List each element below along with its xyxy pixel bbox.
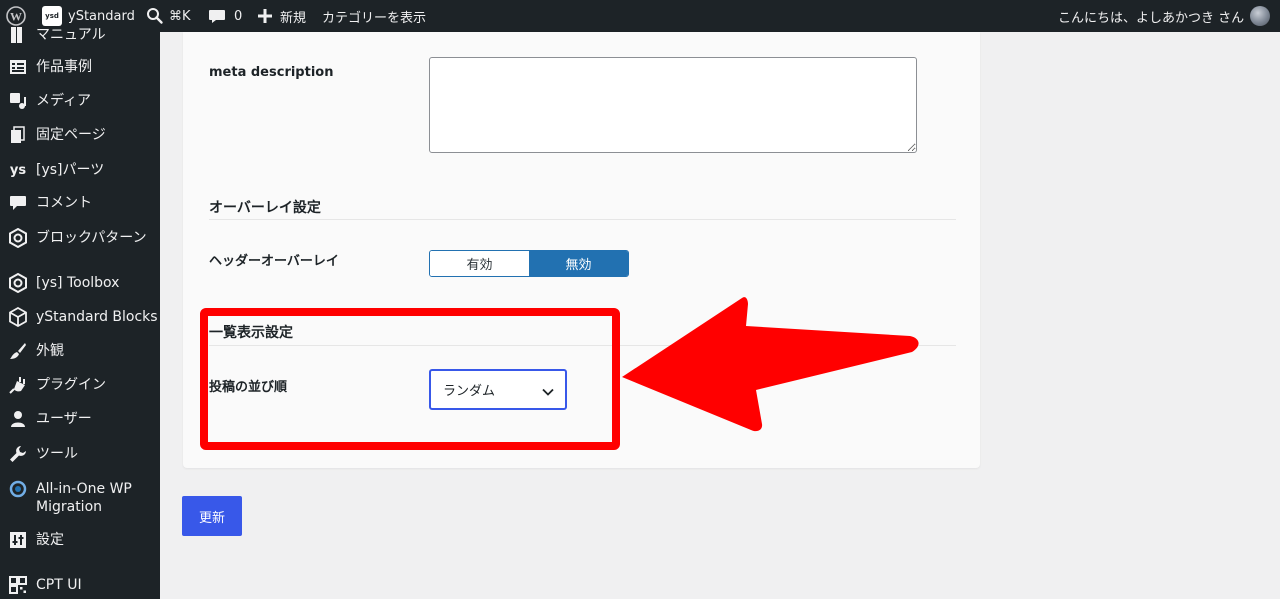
sidebar-item-label: ツール (36, 446, 78, 462)
user-icon (8, 409, 28, 429)
view-category-link[interactable]: カテゴリーを表示 (322, 0, 426, 32)
section-divider (209, 345, 956, 346)
sidebar-item-tools[interactable]: ツール (0, 444, 160, 464)
site-badge-icon: ysd (42, 6, 62, 26)
hexagon-icon (8, 228, 28, 248)
manual-icon (8, 25, 28, 45)
plugin-icon (8, 375, 28, 395)
meta-description-label: meta description (209, 65, 334, 80)
comment-icon (8, 193, 28, 213)
sidebar-item-label: All-in-One WP (36, 481, 132, 497)
sidebar-item-label: CPT UI (36, 577, 82, 593)
header-overlay-label: ヘッダーオーバーレイ (209, 254, 339, 269)
header-overlay-toggle: 有効 無効 (429, 250, 629, 277)
sidebar-item-label: [ys] Toolbox (36, 275, 120, 291)
ys-icon: ys (9, 162, 27, 178)
my-account-link[interactable]: こんにちは、よしあかつき さん (1058, 0, 1271, 32)
hexagon-icon (8, 273, 28, 293)
sidebar-item-settings[interactable]: 設定 (0, 530, 160, 550)
greeting-text: こんにちは、よしあかつき さん (1058, 10, 1245, 26)
chevron-down-icon (542, 385, 554, 400)
toggle-disabled-button[interactable]: 無効 (529, 251, 628, 276)
sidebar-item-label: マニュアル (36, 27, 106, 43)
update-button[interactable]: 更新 (182, 496, 242, 536)
new-label: 新規 (280, 10, 307, 26)
list-icon (8, 57, 28, 77)
admin-sidebar: マニュアル 作品事例 メディア 固定ページ ys [ys]パーツ コメント ブロ… (0, 27, 160, 599)
sidebar-item-works[interactable]: 作品事例 (0, 57, 160, 77)
grid-icon (8, 575, 28, 595)
avatar (1250, 6, 1271, 26)
comments-link[interactable]: 0 (208, 0, 242, 32)
sidebar-item-label: ブロックパターン (36, 230, 147, 246)
sidebar-item-toolbox[interactable]: [ys] Toolbox (0, 272, 160, 294)
sidebar-item-label: [ys]パーツ (36, 162, 105, 178)
sidebar-item-label: 設定 (36, 532, 64, 548)
meta-description-textarea[interactable] (429, 57, 917, 153)
sidebar-item-label: Migration (36, 499, 103, 515)
migration-icon (8, 479, 28, 499)
sidebar-item-label: 固定ページ (36, 127, 106, 143)
site-name: yStandard (68, 8, 135, 24)
sidebar-item-pages[interactable]: 固定ページ (0, 125, 160, 145)
sidebar-item-label: yStandard Blocks (36, 309, 158, 325)
admin-bar: W ysd yStandard ⌘K 0 新規 カテゴリーを表示 こんにちは、よ… (0, 0, 1280, 32)
comment-icon (209, 10, 225, 23)
sidebar-item-label: ユーザー (36, 411, 92, 427)
sidebar-item-ystandard-blocks[interactable]: yStandard Blocks (0, 306, 160, 328)
sidebar-item-label: 作品事例 (36, 59, 92, 75)
sidebar-item-plugins[interactable]: プラグイン (0, 375, 160, 395)
section-divider (209, 219, 956, 220)
sidebar-item-manual[interactable]: マニュアル (0, 25, 160, 45)
post-order-label: 投稿の並び順 (209, 380, 288, 395)
search-icon (147, 8, 163, 24)
list-section-title: 一覧表示設定 (209, 325, 293, 341)
cube-icon (8, 307, 28, 327)
post-order-value: ランダム (443, 384, 496, 399)
toggle-enabled-button[interactable]: 有効 (430, 251, 529, 276)
brush-icon (8, 341, 28, 361)
sidebar-item-label: コメント (36, 195, 92, 211)
new-content-link[interactable]: 新規 (257, 0, 306, 32)
sidebar-item-cpt-ui[interactable]: CPT UI (0, 575, 160, 595)
sidebar-item-all-in-one-wp-migration[interactable]: All-in-One WP Migration (0, 479, 160, 519)
svg-text:W: W (10, 10, 22, 24)
sidebar-item-ys-parts[interactable]: ys [ys]パーツ (0, 160, 160, 180)
sidebar-item-label: プラグイン (36, 377, 106, 393)
sidebar-item-users[interactable]: ユーザー (0, 409, 160, 429)
sidebar-item-appearance[interactable]: 外観 (0, 341, 160, 361)
sidebar-item-label: 外観 (36, 343, 64, 359)
plus-icon (258, 9, 272, 23)
settings-icon (8, 530, 28, 550)
sidebar-item-block-patterns[interactable]: ブロックパターン (0, 227, 160, 249)
post-order-select[interactable]: ランダム (429, 369, 567, 410)
overlay-section-title: オーバーレイ設定 (209, 200, 321, 216)
media-icon (8, 91, 28, 111)
sidebar-item-media[interactable]: メディア (0, 91, 160, 111)
page-icon (8, 125, 28, 145)
sidebar-item-comments[interactable]: コメント (0, 193, 160, 213)
shortcut-label: ⌘K (169, 8, 191, 24)
wrench-icon (8, 444, 28, 464)
comments-count: 0 (234, 8, 243, 24)
sidebar-item-label: メディア (36, 93, 92, 109)
